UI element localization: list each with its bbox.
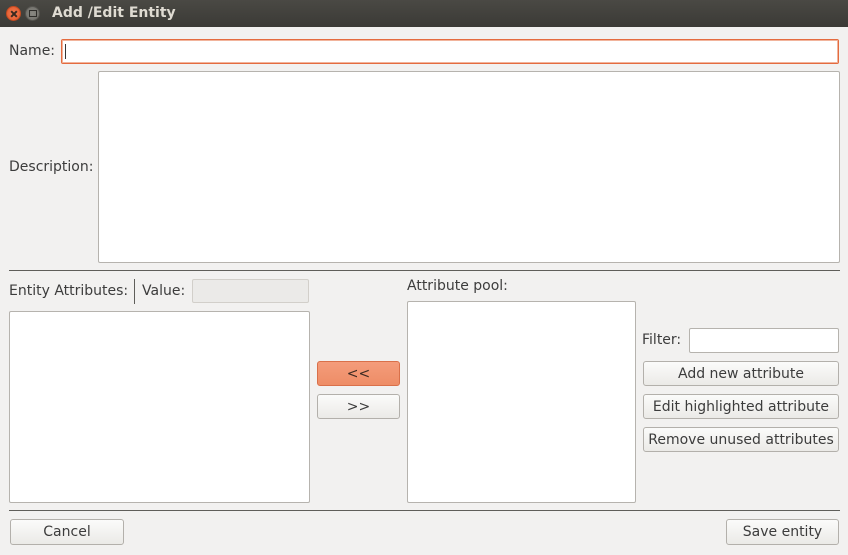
attribute-pool-list[interactable] [407,301,636,503]
add-attribute-button[interactable]: Add new attribute [643,361,839,386]
maximize-icon[interactable] [25,6,40,21]
close-icon[interactable] [6,6,21,21]
window-title: Add /Edit Entity [52,5,176,21]
entity-attributes-list[interactable] [9,311,310,503]
save-entity-button[interactable]: Save entity [726,519,839,545]
edit-attribute-button[interactable]: Edit highlighted attribute [643,394,839,419]
vertical-divider [134,279,135,304]
text-caret [65,44,66,59]
title-bar: Add /Edit Entity [0,0,848,27]
footer-divider [9,510,840,511]
name-label: Name: [9,43,56,59]
value-input [192,279,309,303]
value-label: Value: [142,283,186,299]
entity-attributes-label: Entity Attributes: [9,283,129,299]
description-textarea[interactable] [98,71,840,263]
filter-input[interactable] [689,328,839,353]
move-to-entity-button[interactable]: << [317,361,400,386]
move-to-pool-button[interactable]: >> [317,394,400,419]
description-label: Description: [9,159,94,175]
attribute-pool-label: Attribute pool: [407,278,508,294]
cancel-button[interactable]: Cancel [10,519,124,545]
remove-unused-button[interactable]: Remove unused attributes [643,427,839,452]
filter-label: Filter: [642,332,682,348]
name-input[interactable] [61,39,839,64]
section-divider [9,270,840,271]
